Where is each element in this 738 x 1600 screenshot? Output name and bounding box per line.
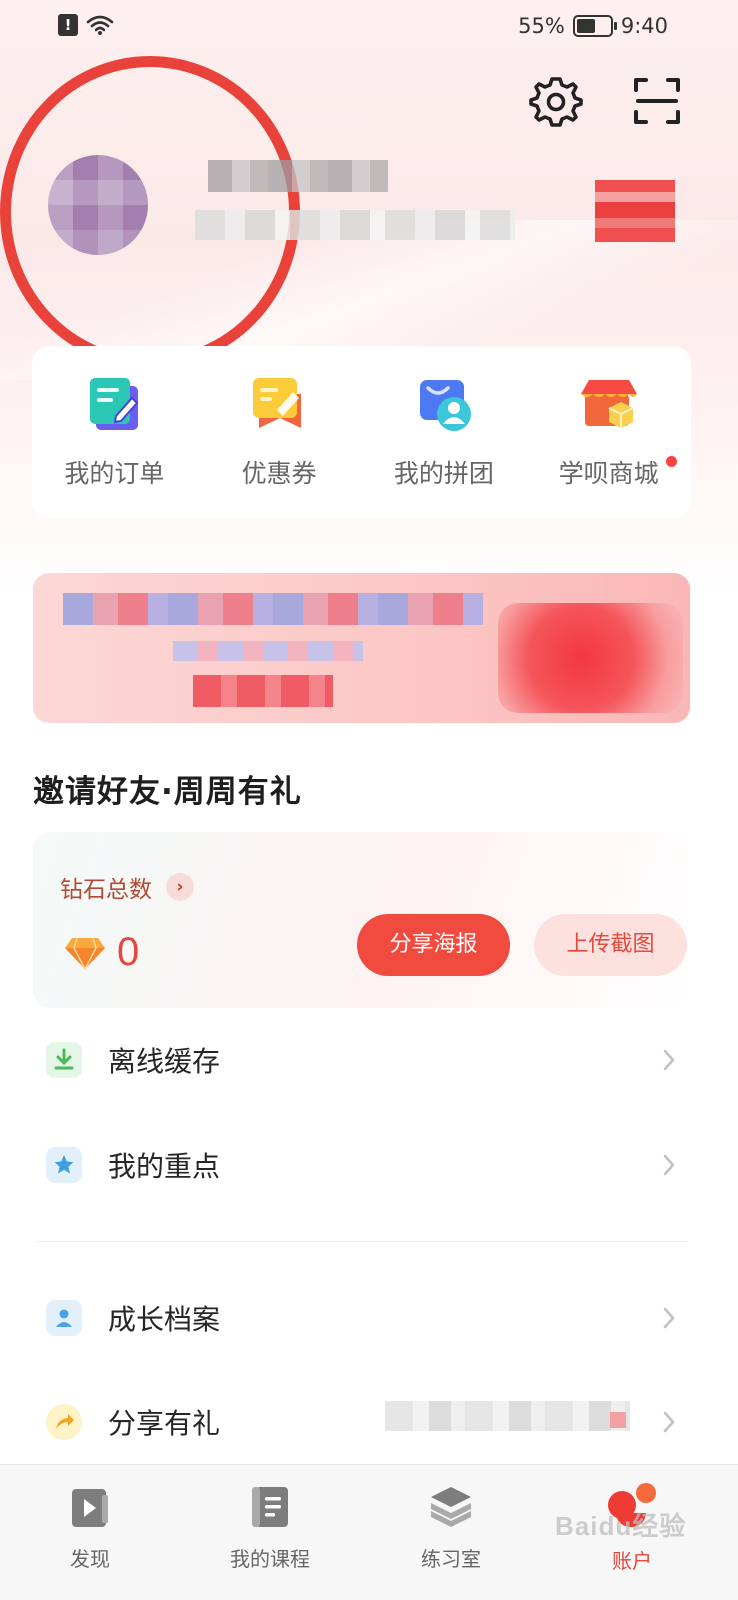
share-arrow-icon: [46, 1404, 82, 1440]
chevron-right-icon: ›: [166, 873, 194, 901]
diamond-icon: [65, 937, 105, 970]
quick-action-label: 我的拼团: [393, 459, 494, 488]
chevron-right-icon: [663, 1154, 675, 1176]
quick-action-label: 我的订单: [64, 459, 165, 488]
quick-action-group-buy[interactable]: 我的拼团: [369, 372, 519, 490]
profile-badge[interactable]: [595, 180, 675, 242]
share-gift-dot: [610, 1412, 626, 1428]
menu-item-offline-cache[interactable]: 离线缓存: [0, 1020, 738, 1100]
menu-label: 成长档案: [108, 1303, 221, 1336]
tab-label: 我的课程: [230, 1547, 310, 1571]
menu-label: 我的重点: [108, 1150, 221, 1183]
tab-label: 账户: [612, 1549, 652, 1573]
banner-headline: [63, 593, 483, 625]
star-bookmark-icon: [46, 1147, 82, 1183]
upload-screenshot-button[interactable]: 上传截图: [534, 914, 687, 976]
menu-item-my-highlights[interactable]: 我的重点: [0, 1125, 738, 1205]
tab-discover[interactable]: 发现: [30, 1483, 150, 1572]
banner-subline: [173, 641, 363, 661]
status-bar: ! 55% 9:40: [0, 0, 738, 56]
watermark: Baidu经验: [555, 1511, 687, 1541]
diamond-total-label: 钻石总数: [60, 877, 152, 903]
banner-cta: [498, 603, 683, 713]
menu-item-growth-archive[interactable]: 成长档案: [0, 1278, 738, 1358]
quick-action-label: 优惠券: [241, 459, 317, 488]
download-icon: [46, 1042, 82, 1078]
coupon-icon: [253, 378, 302, 428]
battery-icon: [572, 15, 617, 37]
promo-banner[interactable]: [33, 573, 690, 723]
tab-label: 发现: [70, 1547, 110, 1571]
battery-fill: [576, 19, 595, 33]
status-bar-right: 55% 9:40: [518, 14, 668, 38]
account-icon-part: [636, 1483, 656, 1503]
invite-section-title: 邀请好友·周周有礼: [33, 774, 302, 810]
menu-divider: [36, 1241, 688, 1242]
profile-name: [208, 160, 388, 192]
store-icon: [580, 380, 637, 428]
quick-action-store[interactable]: 学呗商城: [534, 372, 684, 490]
quick-actions-card: 我的订单 优惠券 我的拼团 学呗商城: [32, 346, 691, 518]
quick-action-label: 学呗商城: [558, 459, 659, 488]
settings-gear-icon[interactable]: [529, 74, 583, 128]
profile-subtitle: [195, 210, 515, 240]
tab-practice-room[interactable]: 练习室: [391, 1483, 511, 1572]
wifi-icon: [86, 15, 114, 35]
quick-action-orders[interactable]: 我的订单: [39, 372, 189, 490]
chevron-right-icon: [663, 1307, 675, 1329]
quick-action-coupons[interactable]: 优惠券: [204, 372, 354, 490]
video-play-icon: [72, 1489, 108, 1527]
status-bar-left: !: [58, 14, 114, 36]
tab-my-courses[interactable]: 我的课程: [210, 1483, 330, 1572]
menu-label: 离线缓存: [108, 1045, 221, 1078]
group-buy-icon: [419, 380, 471, 431]
chevron-right-icon: [663, 1049, 675, 1071]
alert-icon: !: [58, 14, 78, 36]
share-gift-hint: [385, 1401, 630, 1431]
scan-icon[interactable]: [630, 74, 684, 128]
profile-card-icon: [46, 1300, 82, 1336]
share-poster-button[interactable]: 分享海报: [357, 914, 510, 976]
layers-stack-icon: [431, 1487, 471, 1527]
notification-dot: [665, 456, 677, 467]
battery-percent: 55%: [518, 14, 565, 38]
diamond-total-link[interactable]: 钻石总数 ›: [60, 870, 194, 904]
chevron-right-icon: [663, 1411, 675, 1433]
banner-tag: [193, 675, 333, 707]
order-document-icon: [90, 378, 139, 430]
tab-label: 练习室: [421, 1547, 481, 1571]
course-book-icon: [252, 1487, 288, 1527]
diamond-count: 0: [117, 930, 140, 974]
clock: 9:40: [620, 14, 668, 38]
menu-label: 分享有礼: [108, 1407, 221, 1440]
